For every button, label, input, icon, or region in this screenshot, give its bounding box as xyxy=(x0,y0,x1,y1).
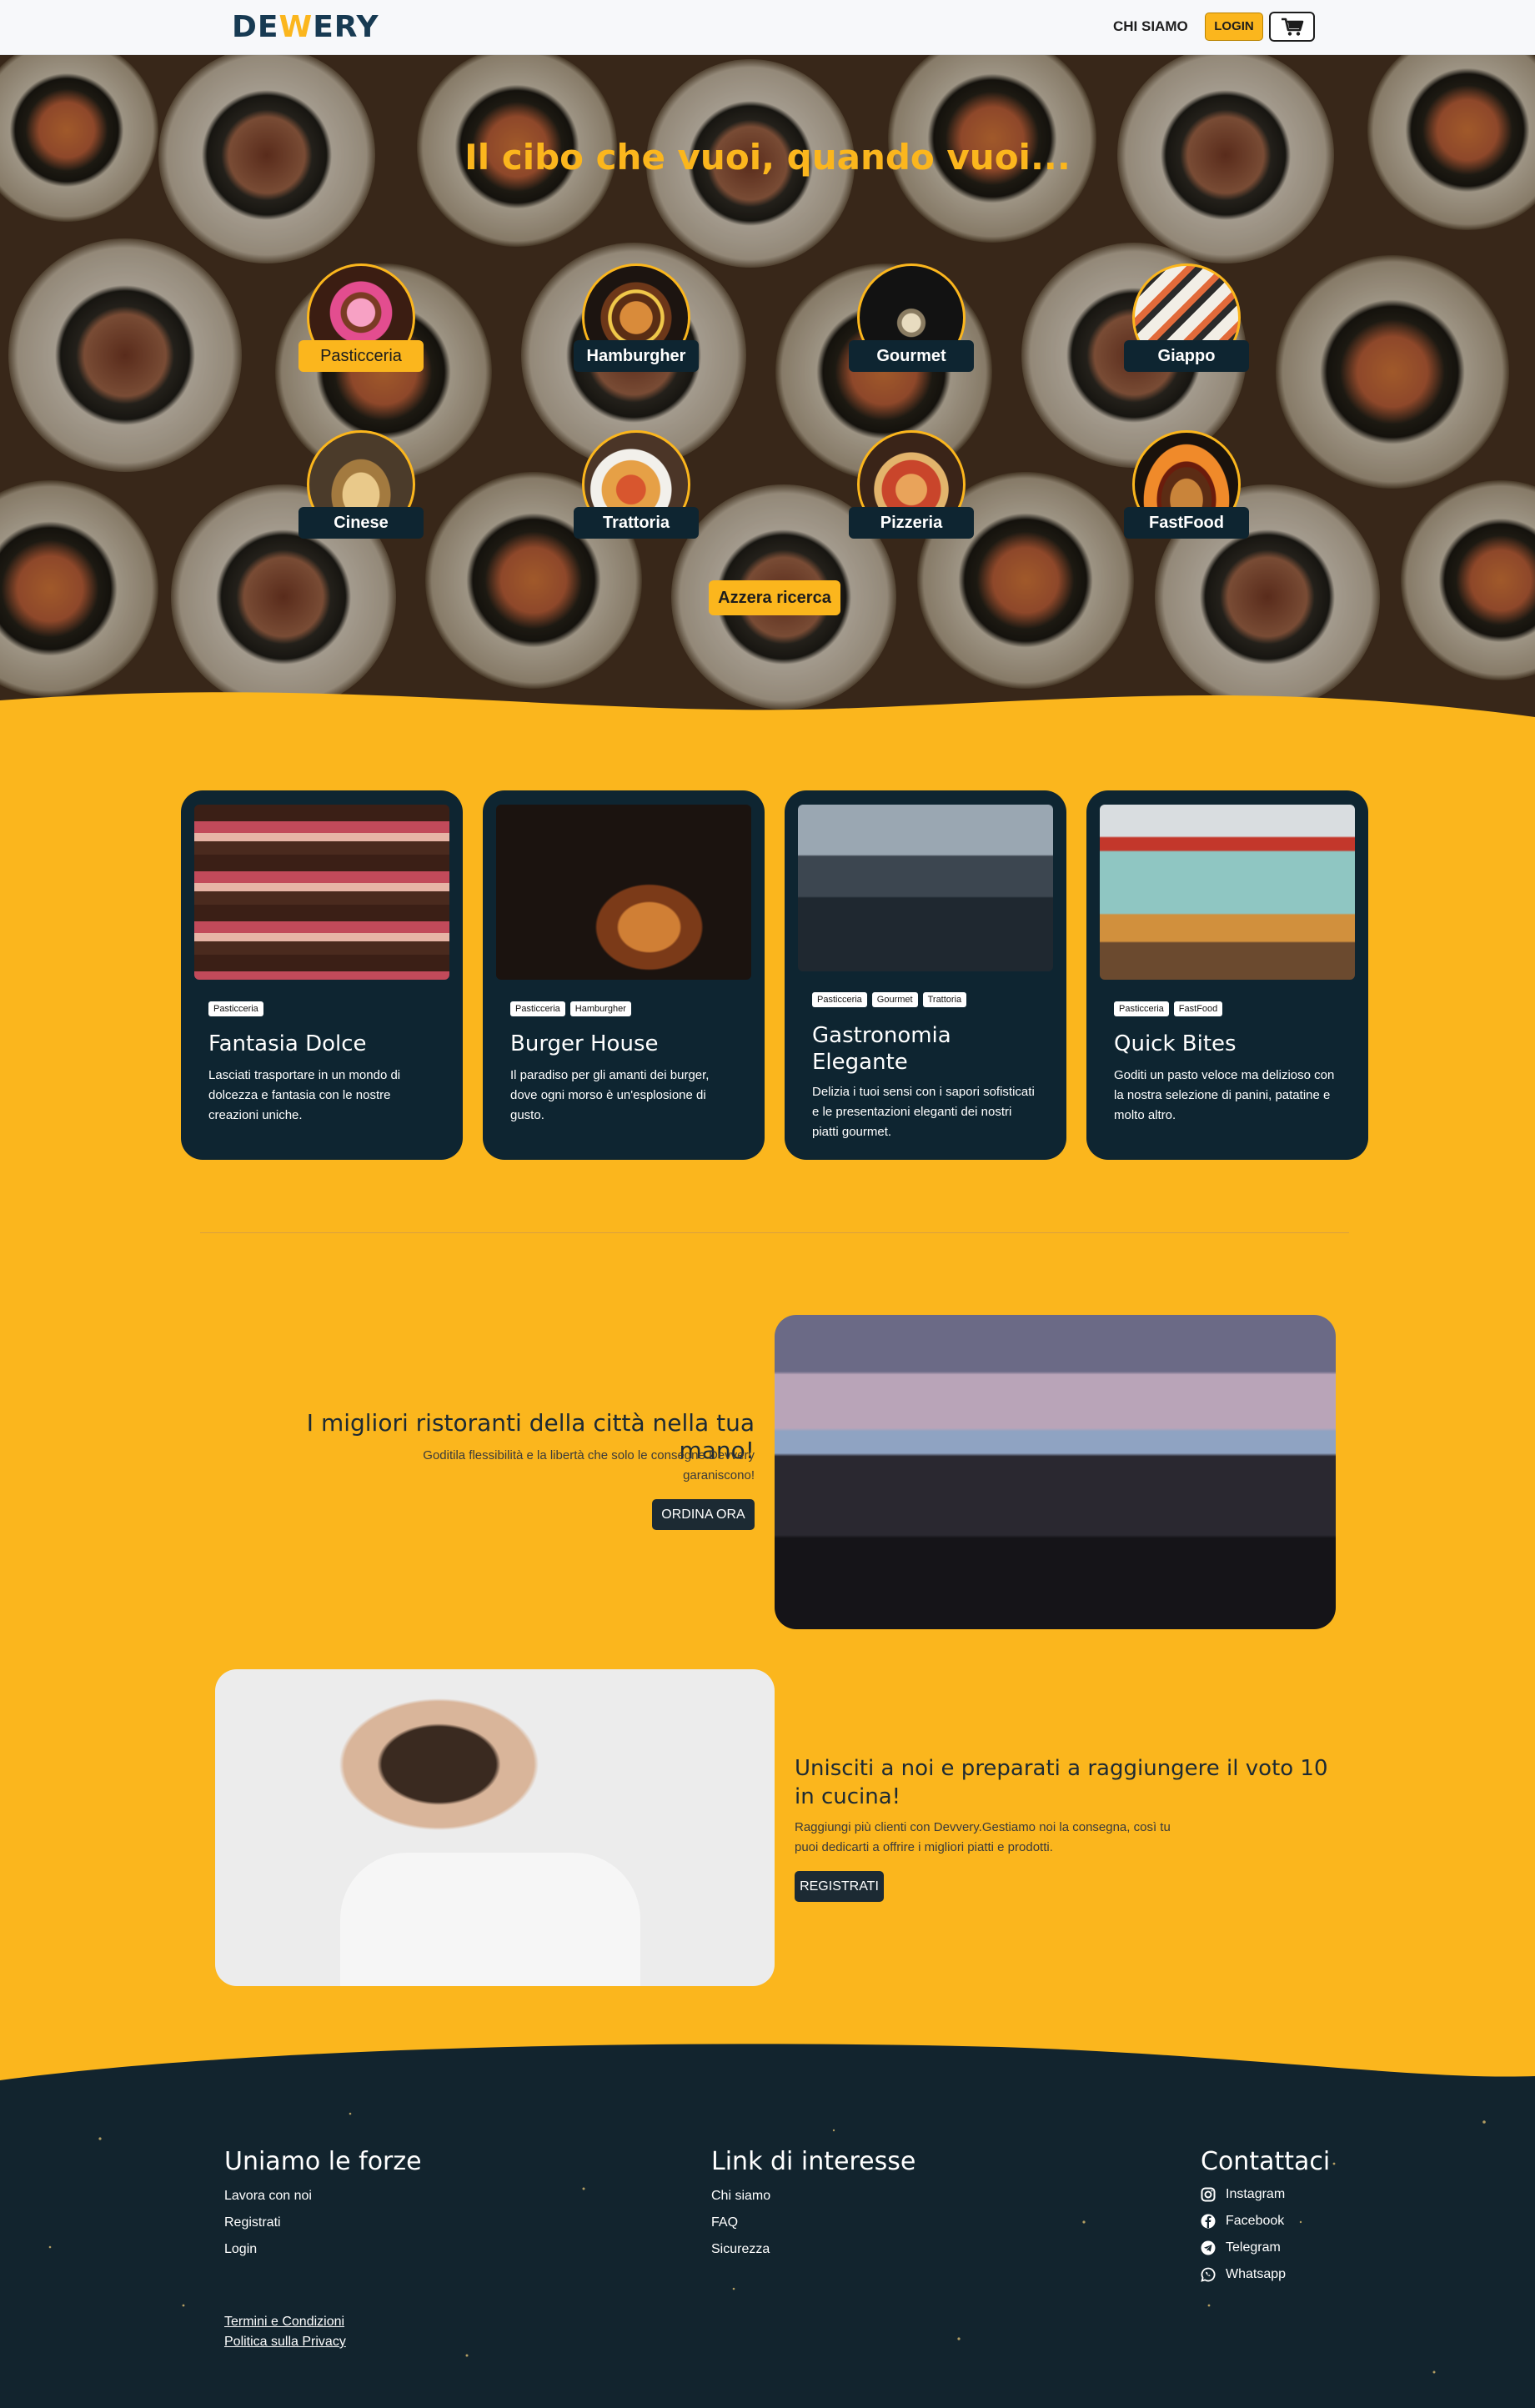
category-label: Pizzeria xyxy=(849,507,974,539)
social-label: Facebook xyxy=(1226,2214,1285,2228)
footer-telegram[interactable]: Telegram xyxy=(1201,2240,1281,2255)
footer-link-sicurezza[interactable]: Sicurezza xyxy=(711,2242,770,2257)
tag: Hamburgher xyxy=(569,1001,631,1016)
social-label: Telegram xyxy=(1226,2240,1281,2255)
restaurant-image xyxy=(194,805,449,980)
register-button[interactable]: REGISTRATI xyxy=(795,1871,884,1902)
restaurant-card[interactable]: Pasticceria Gourmet Trattoria Gastronomi… xyxy=(785,790,1066,1160)
footer-col2-title: Link di interesse xyxy=(711,2147,916,2176)
footer-instagram[interactable]: Instagram xyxy=(1201,2187,1285,2202)
reset-search-button[interactable]: Azzera ricerca xyxy=(709,580,840,615)
restaurant-card[interactable]: Pasticceria Hamburgher Burger House Il p… xyxy=(483,790,765,1160)
promo-description: Goditila flessibilità e la libertà che s… xyxy=(423,1448,755,1482)
category-label: FastFood xyxy=(1124,507,1249,539)
tag-list: Pasticceria Hamburgher xyxy=(510,1001,631,1016)
nav-chi-siamo[interactable]: CHI SIAMO xyxy=(1113,18,1188,37)
tag: Pasticceria xyxy=(812,992,867,1007)
instagram-icon xyxy=(1201,2187,1216,2202)
facebook-icon xyxy=(1201,2214,1216,2229)
category-giappo[interactable]: Giappo xyxy=(1124,263,1249,380)
restaurant-title: Burger House xyxy=(510,1031,659,1056)
restaurant-image xyxy=(496,805,751,980)
social-label: Whatsapp xyxy=(1226,2267,1287,2281)
tag: Trattoria xyxy=(922,992,967,1007)
tag: FastFood xyxy=(1173,1001,1223,1016)
hero-title: Il cibo che vuoi, quando vuoi... xyxy=(464,137,1071,178)
category-gourmet[interactable]: Gourmet xyxy=(849,263,974,380)
category-label: Pasticceria xyxy=(298,340,424,372)
join-description: Raggiungi più clienti con Devvery.Gestia… xyxy=(795,1820,1171,1854)
restaurant-description: Delizia i tuoi sensi con i sapori sofist… xyxy=(812,1085,1035,1139)
category-label: Cinese xyxy=(298,507,424,539)
tag-list: Pasticceria Gourmet Trattoria xyxy=(812,992,967,1007)
tag: Pasticceria xyxy=(208,1001,263,1016)
telegram-icon xyxy=(1201,2240,1216,2255)
chef-image xyxy=(215,1669,775,1986)
cart-button[interactable] xyxy=(1269,12,1315,42)
chef-jacket xyxy=(340,1853,640,1986)
navbar: DEWERY CHI SIAMO LOGIN xyxy=(0,0,1535,55)
footer-col1-title: Uniamo le forze xyxy=(224,2147,422,2176)
restaurant-title: Fantasia Dolce xyxy=(208,1031,367,1056)
category-cinese[interactable]: Cinese xyxy=(298,430,424,547)
whatsapp-icon xyxy=(1201,2267,1216,2282)
category-label: Hamburgher xyxy=(574,340,699,372)
footer-link-faq[interactable]: FAQ xyxy=(711,2215,738,2230)
restaurant-image xyxy=(798,805,1053,971)
section-divider xyxy=(200,1232,1349,1233)
category-hamburgher[interactable]: Hamburgher xyxy=(574,263,699,380)
tag: Pasticceria xyxy=(510,1001,565,1016)
footer-link-chi-siamo[interactable]: Chi siamo xyxy=(711,2189,770,2204)
restaurant-image xyxy=(1100,805,1355,980)
footer-link-login[interactable]: Login xyxy=(224,2242,257,2257)
category-label: Giappo xyxy=(1124,340,1249,372)
footer-link-lavora[interactable]: Lavora con noi xyxy=(224,2189,312,2204)
category-label: Trattoria xyxy=(574,507,699,539)
social-label: Instagram xyxy=(1226,2187,1286,2201)
restaurant-description: Goditi un pasto veloce ma delizioso con … xyxy=(1114,1068,1335,1122)
order-now-button[interactable]: ORDINA ORA xyxy=(652,1499,755,1530)
restaurant-terrace-image xyxy=(775,1315,1336,1629)
category-pizzeria[interactable]: Pizzeria xyxy=(849,430,974,547)
hero-section: Il cibo che vuoi, quando vuoi... Pasticc… xyxy=(0,55,1535,722)
tag: Pasticceria xyxy=(1114,1001,1169,1016)
restaurant-card[interactable]: Pasticceria Fantasia Dolce Lasciati tras… xyxy=(181,790,463,1160)
login-button[interactable]: LOGIN xyxy=(1205,13,1263,41)
footer-terms-link[interactable]: Termini e Condizioni xyxy=(224,2315,344,2330)
cart-icon xyxy=(1281,18,1303,36)
restaurant-description: Il paradiso per gli amanti dei burger, d… xyxy=(510,1068,710,1122)
logo[interactable]: DEWERY xyxy=(232,10,390,45)
tag-list: Pasticceria xyxy=(208,1001,263,1016)
category-trattoria[interactable]: Trattoria xyxy=(574,430,699,547)
restaurant-card[interactable]: Pasticceria FastFood Quick Bites Goditi … xyxy=(1086,790,1368,1160)
footer-privacy-link[interactable]: Politica sulla Privacy xyxy=(224,2335,346,2350)
category-pasticceria[interactable]: Pasticceria xyxy=(298,263,424,380)
tag-list: Pasticceria FastFood xyxy=(1114,1001,1223,1016)
wave-divider xyxy=(0,692,1535,759)
join-title: Unisciti a noi e preparati a raggiungere… xyxy=(795,1756,1328,1809)
footer-col3-title: Contattaci xyxy=(1201,2147,1331,2176)
category-label: Gourmet xyxy=(849,340,974,372)
footer-facebook[interactable]: Facebook xyxy=(1201,2214,1284,2229)
restaurant-description: Lasciati trasportare in un mondo di dolc… xyxy=(208,1068,401,1122)
footer-link-registrati[interactable]: Registrati xyxy=(224,2215,281,2230)
restaurant-title: Gastronomia Elegante xyxy=(812,1023,951,1075)
category-fastfood[interactable]: FastFood xyxy=(1124,430,1249,547)
tag: Gourmet xyxy=(871,992,918,1007)
footer-whatsapp[interactable]: Whatsapp xyxy=(1201,2267,1286,2282)
restaurant-title: Quick Bites xyxy=(1114,1031,1237,1056)
